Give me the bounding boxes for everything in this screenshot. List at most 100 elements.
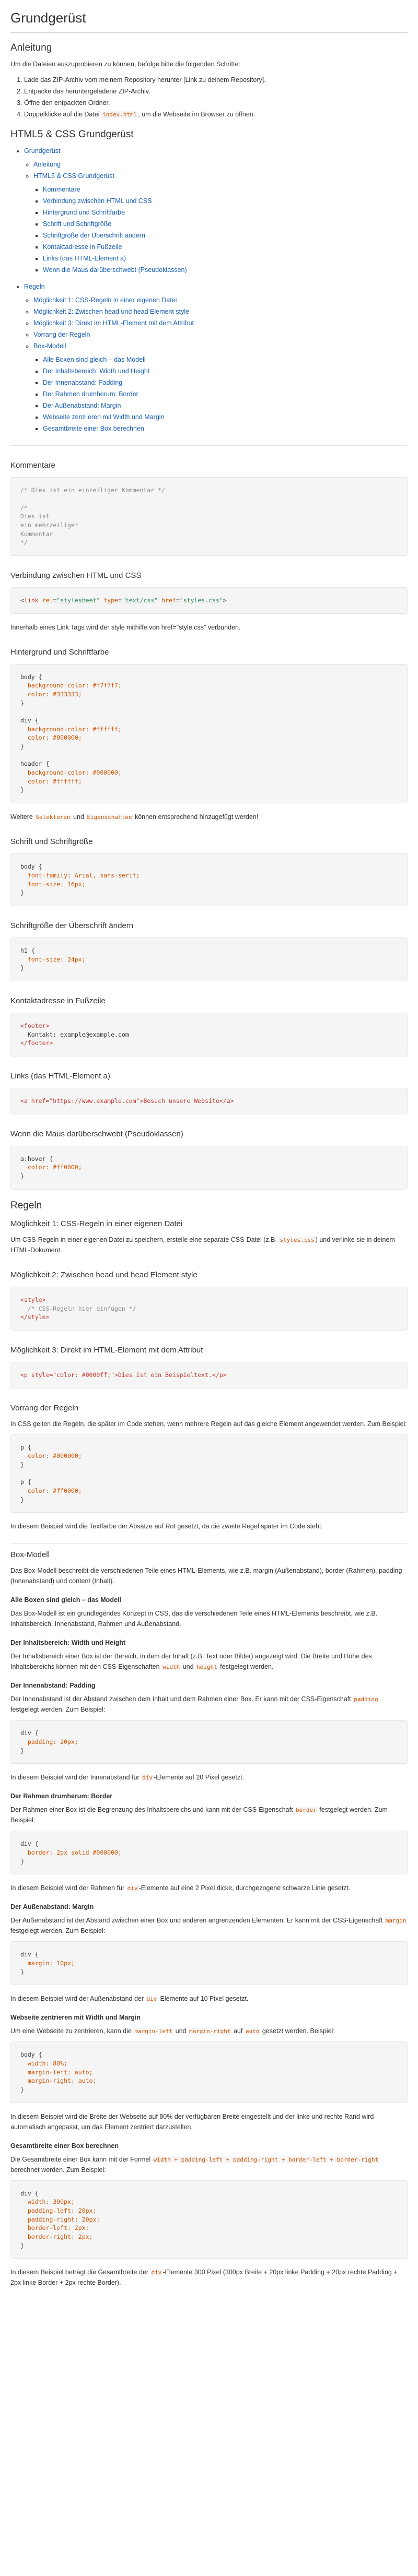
inline-code: div [141,1774,154,1782]
code-block-vorrang: p { color: #000000; } p { color: #ff0000… [10,1434,408,1513]
toc-link[interactable]: Der Innenabstand: Padding [43,379,122,386]
toc-link[interactable]: Der Außenabstand: Margin [43,402,121,409]
code-block-verbindung: <link rel="stylesheet" type="text/css" h… [10,587,408,614]
inline-code: border [295,1807,318,1814]
step-1: Lade das ZIP-Archiv vom meinem Repositor… [24,75,408,85]
padding-text-2: In diesem Beispiel wird der Innenabstand… [10,1774,245,1782]
heading-border: Der Rahmen drumherum: Border [10,1792,113,1800]
box-intro: Das Box-Modell beschreibt die verschiede… [10,1567,402,1585]
inline-code: margin [384,1917,408,1925]
heading-m3: Möglichkeit 3: Direkt im HTML-Element mi… [10,1345,203,1355]
margin-text: Der Außenabstand ist der Abstand zwische… [10,1917,408,1935]
code-block-m2: <style> /* CSS-Regeln hier einfügen */ <… [10,1286,408,1331]
alle-text: Das Box-Modell ist ein grundlegendes Kon… [10,1610,378,1628]
toc-link[interactable]: Der Rahmen drumherum: Border [43,390,138,398]
code-block-hover: a:hover { color: #ff0000; } [10,1145,408,1190]
heading-anleitung: Anleitung [10,42,52,53]
code-block-padding: div { padding: 20px; } [10,1720,408,1764]
inline-code: styles.css [278,1236,316,1243]
gesamt-text: Die Gesamtbreite einer Box kann mit der … [10,2155,380,2174]
step-4: Doppelklicke auf die Datei index.html, u… [24,109,408,120]
toc-link[interactable]: Anleitung [33,161,61,168]
table-of-contents: Grundgerüst Anleitung HTML5 & CSS Grundg… [10,146,408,434]
heading-zentrieren: Webseite zentrieren mit Width und Margin [10,2014,141,2022]
border-text-2: In diesem Beispiel wird der Rahmen für d… [10,1884,351,1892]
code-block-hintergrund: body { background-color: #f7f7f7; color:… [10,663,408,804]
code-block-kommentare: /* Dies ist ein einzeiliger Kommentar */… [10,477,408,556]
inline-code: div [126,1885,139,1892]
toc-link[interactable]: Kommentare [43,186,80,193]
page-title: Grundgerüst [10,7,408,33]
step-3: Öffne den entpackten Ordner. [24,98,408,108]
verbindung-text: Innerhalb eines Link Tags wird der style… [10,623,241,631]
heading-toc: HTML5 & CSS Grundgerüst [10,128,134,140]
inline-code: margin-left [133,2028,174,2035]
toc-link[interactable]: Verbindung zwischen HTML und CSS [43,197,152,205]
inline-code: auto [244,2028,261,2035]
heading-padding: Der Innenabstand: Padding [10,1682,96,1690]
heading-vorrang: Vorrang der Regeln [10,1403,79,1412]
toc-link[interactable]: Möglichkeit 1: CSS-Regeln in einer eigen… [33,296,177,304]
heading-kontakt: Kontaktadresse in Fußzeile [10,996,106,1005]
heading-gesamt: Gesamtbreite einer Box berechnen [10,2142,119,2150]
divider [10,445,408,446]
inhalt-text: Der Inhaltsbereich einer Box ist der Ber… [10,1653,372,1671]
toc-link[interactable]: Wenn die Maus darüberschwebt (Pseudoklas… [43,266,187,274]
inline-code: div [145,1996,158,2003]
code-block-m3: <p style="color: #0000ff;">Dies ist ein … [10,1361,408,1388]
toc-link[interactable]: Kontaktadresse in Fußzeile [43,243,122,251]
heading-inhalt: Der Inhaltsbereich: Width und Height [10,1639,126,1647]
heading-box: Box-Modell [10,1550,50,1560]
toc-link[interactable]: Links (das HTML-Element a) [43,255,126,262]
inline-code: height [195,1664,218,1671]
inline-code: index.html [101,111,138,118]
margin-text-2: In diesem Beispiel wird der Außenabstand… [10,1995,249,2003]
heading-regeln: Regeln [10,1200,42,1211]
zentrieren-text: Um eine Webseite zu zentrieren, kann die… [10,2027,335,2035]
toc-link[interactable]: Schriftgröße der Überschrift ändern [43,232,145,239]
border-text: Der Rahmen einer Box ist die Begrenzung … [10,1806,388,1824]
toc-link[interactable]: Gesamtbreite einer Box berechnen [43,425,144,432]
inline-code: Selektoren [34,814,72,821]
toc-link[interactable]: Grundgerüst [24,147,60,155]
padding-text: Der Innenabstand ist der Abstand zwische… [10,1695,379,1714]
toc-link[interactable]: Box-Modell [33,342,66,350]
code-block-ueberschrift: h1 { font-size: 24px; } [10,937,408,981]
toc-link[interactable]: Vorrang der Regeln [33,331,90,338]
toc-link[interactable]: Möglichkeit 3: Direkt im HTML-Element mi… [33,319,194,327]
code-block-schrift: body { font-family: Arial, sans-serif; f… [10,853,408,906]
toc-link[interactable]: Hintergrund und Schriftfarbe [43,209,125,216]
toc-link[interactable]: Der Inhaltsbereich: Width und Height [43,367,149,375]
toc-link[interactable]: Schrift und Schriftgröße [43,220,111,228]
toc-link[interactable]: Möglichkeit 2: Zwischen head und head El… [33,308,189,315]
heading-links: Links (das HTML-Element a) [10,1071,110,1081]
toc-link[interactable]: HTML5 & CSS Grundgerüst [33,172,114,180]
heading-kommentare: Kommentare [10,461,55,470]
document: Grundgerüst Anleitung Um die Dateien aus… [5,7,413,2288]
hintergrund-text: Weitere Selektoren und Eigenschaften kön… [10,813,259,821]
code-block-links: <a href="https://www.example.com">Besuch… [10,1087,408,1114]
inline-code: div [150,2269,163,2276]
divider [10,1543,408,1544]
heading-verbindung: Verbindung zwischen HTML und CSS [10,571,142,580]
toc-link[interactable]: Regeln [24,283,45,290]
heading-hintergrund: Hintergrund und Schriftfarbe [10,647,109,657]
zentrieren-text-2: In diesem Beispiel wird die Breite der W… [10,2112,374,2131]
code-block-kontakt: <footer> Kontakt: example@example.com </… [10,1012,408,1056]
gesamt-text-2: In diesem Beispiel beträgt die Gesamtbre… [10,2269,398,2287]
inline-code: width [161,1664,181,1671]
code-block-margin: div { margin: 10px; } [10,1941,408,1986]
code-block-border: div { border: 2px solid #000000; } [10,1831,408,1875]
heading-ueberschrift: Schriftgröße der Überschrift ändern [10,921,134,930]
anleitung-steps: Lade das ZIP-Archiv vom meinem Repositor… [10,75,408,120]
inline-code: width + padding-left + padding-right + b… [152,2156,380,2163]
step-2: Entpacke das heruntergeladene ZIP-Archiv… [24,86,408,97]
toc-link[interactable]: Webseite zentrieren mit Width und Margin [43,413,165,421]
toc-link[interactable]: Alle Boxen sind gleich – das Modell [43,356,146,363]
code-block-gesamt: div { width: 300px; padding-left: 20px; … [10,2180,408,2259]
inline-code: padding [353,1696,379,1703]
vorrang-text-2: In diesem Beispiel wird die Textfarbe de… [10,1523,323,1530]
inline-code: Eigenschaften [86,814,133,821]
inline-code: margin-right [188,2028,232,2035]
m1-text: Um CSS-Regeln in einer eigenen Datei zu … [10,1236,395,1254]
